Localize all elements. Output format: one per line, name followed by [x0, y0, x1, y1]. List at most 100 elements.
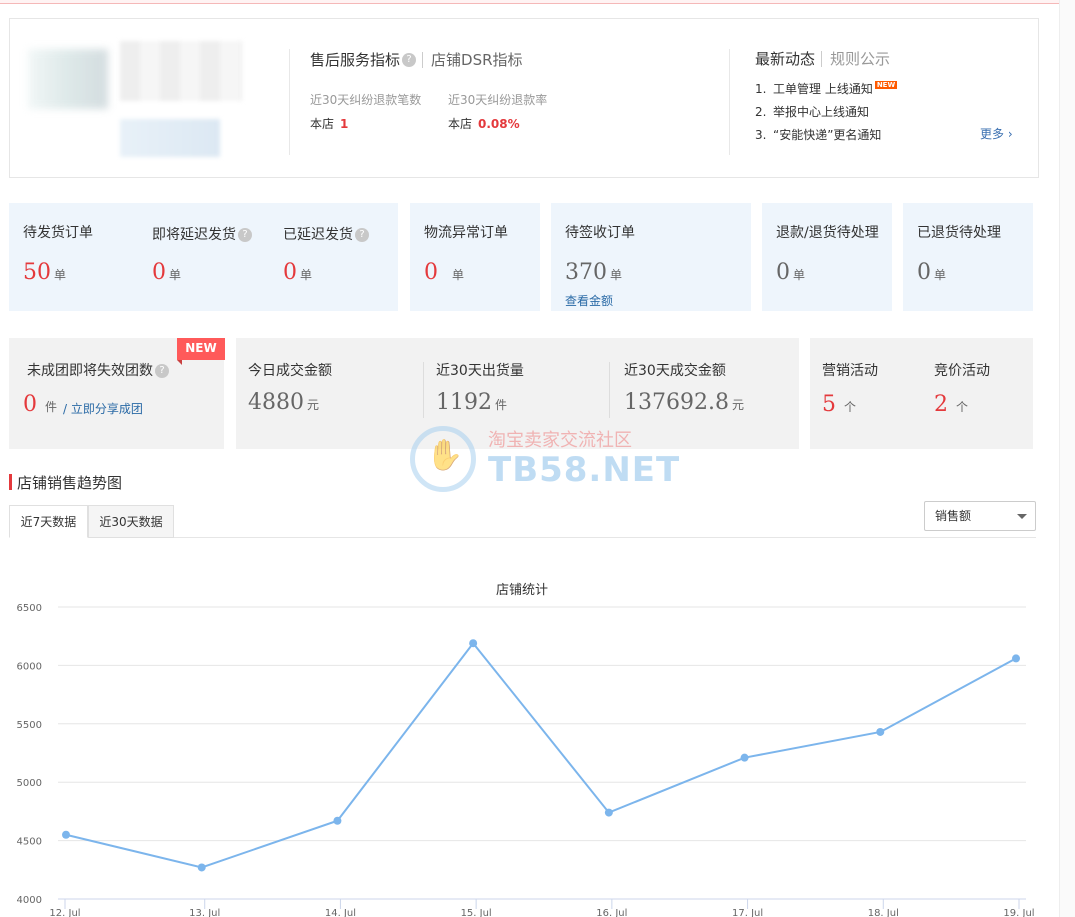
pending-sign-box: 待签收订单 370 单 查看金额 — [551, 203, 751, 311]
data-point[interactable] — [197, 863, 206, 872]
pending-ship-value[interactable]: 50 单 — [23, 260, 66, 285]
share-group-link[interactable]: / 立即分享成团 — [63, 400, 143, 417]
bid-number: 2 — [934, 392, 948, 417]
dispute-count-label: 近30天纠纷退款笔数 — [310, 93, 422, 107]
watermark-text-cn: 淘宝卖家交流社区 — [488, 430, 632, 451]
tab-separator — [422, 51, 424, 68]
data-point[interactable] — [1012, 654, 1020, 663]
unit: 元 — [307, 398, 320, 412]
help-icon[interactable]: ? — [355, 228, 369, 242]
help-icon[interactable]: ? — [402, 52, 417, 67]
amount30-value: 137692.8 元 — [624, 390, 744, 415]
group-value[interactable]: 0件 — [23, 392, 57, 417]
pending-ship-number: 50 — [23, 260, 51, 285]
view-amount-link[interactable]: 查看金额 — [565, 292, 613, 309]
today-sales-label: 今日成交金额 — [248, 363, 332, 379]
y-tick-label: 5500 — [17, 720, 42, 731]
news-title[interactable]: 工单管理 上线通知 — [773, 82, 873, 96]
news-title[interactable]: 举报中心上线通知 — [773, 105, 869, 119]
tab-latest-news[interactable]: 最新动态 — [755, 48, 815, 69]
tab-dsr[interactable]: 店铺DSR指标 — [431, 49, 523, 70]
soon-delayed-text: 即将延迟发货 — [152, 227, 236, 243]
news-item[interactable]: 2. 举报中心上线通知 — [755, 104, 897, 127]
shop-level-blurred — [120, 119, 220, 157]
returned-box: 已退货待处理 0单 — [903, 203, 1033, 311]
today-sales-value: 4880 元 — [248, 390, 319, 415]
data-point[interactable] — [333, 816, 342, 825]
ship30-label: 近30天出货量 — [436, 363, 524, 379]
data-point[interactable] — [740, 753, 749, 762]
store-label: 本店 — [448, 117, 473, 131]
trend-title: 店铺销售趋势图 — [17, 474, 123, 492]
logistics-value[interactable]: 0单 — [424, 260, 464, 285]
refund-value[interactable]: 0单 — [776, 260, 805, 285]
data-point[interactable] — [604, 808, 613, 817]
soon-delayed-number: 0 — [152, 260, 166, 285]
news-number: 1. — [755, 82, 767, 96]
unit: 单 — [452, 268, 465, 282]
soon-delayed-value[interactable]: 0单 — [152, 260, 181, 285]
unit: 个 — [844, 400, 857, 414]
delayed-text: 已延迟发货 — [283, 227, 353, 243]
watermark: ✋ 淘宝卖家交流社区 TB58.NET — [410, 426, 679, 496]
chevron-down-icon — [1017, 514, 1027, 519]
unit: 件 — [45, 400, 58, 414]
tab-rules[interactable]: 规则公示 — [830, 48, 890, 69]
unit: 单 — [934, 268, 947, 282]
refund-label: 退款/退货待处理 — [776, 225, 879, 241]
scrollbar[interactable] — [1059, 0, 1075, 917]
metric-select-value: 销售额 — [935, 509, 972, 523]
tab-30-days[interactable]: 近30天数据 — [88, 505, 174, 538]
news-title[interactable]: “安能快递”更名通知 — [773, 128, 881, 142]
new-badge: NEW — [177, 338, 225, 365]
x-tick-label: 14. Jul — [325, 908, 356, 917]
y-tick-label: 6000 — [17, 661, 42, 672]
returned-value[interactable]: 0单 — [917, 260, 946, 285]
promo-value[interactable]: 5个 — [822, 392, 856, 417]
data-point[interactable] — [876, 727, 885, 736]
data-point[interactable] — [62, 830, 70, 839]
unit: 单 — [610, 268, 623, 282]
more-link[interactable]: 更多 › — [980, 125, 1013, 142]
tab-7-days[interactable]: 近7天数据 — [9, 505, 88, 538]
pending-ship-label: 待发货订单 — [23, 225, 93, 241]
group-text: 未成团即将失效团数 — [27, 363, 153, 379]
x-tick-label: 15. Jul — [461, 908, 492, 917]
tab-after-sales[interactable]: 售后服务指标 — [310, 49, 400, 70]
y-tick-label: 4500 — [17, 837, 42, 848]
shipping-stats-box: 待发货订单 50 单 即将延迟发货? 0单 已延迟发货? 0单 — [9, 203, 398, 311]
divider — [289, 49, 290, 155]
watermark-text-en: TB58.NET — [488, 450, 681, 490]
tab-separator — [821, 50, 823, 67]
dispute-count-number: 1 — [340, 117, 349, 131]
data-point[interactable] — [469, 639, 478, 648]
x-tick-label: 13. Jul — [189, 908, 220, 917]
bid-value[interactable]: 2个 — [934, 392, 968, 417]
unit: 件 — [495, 398, 508, 412]
y-tick-label: 6500 — [17, 603, 42, 614]
amount30-number: 137692.8 — [624, 390, 729, 415]
unit: 单 — [169, 268, 182, 282]
logistics-box: 物流异常订单 0单 — [410, 203, 540, 311]
logistics-label: 物流异常订单 — [424, 225, 508, 241]
marketing-box: 营销活动 5个 竞价活动 2个 — [810, 338, 1033, 449]
shop-logo-blurred — [28, 49, 108, 109]
chart-title: 店铺统计 — [496, 583, 548, 598]
news-item[interactable]: 3. “安能快递”更名通知 — [755, 127, 897, 150]
logistics-number: 0 — [424, 260, 438, 285]
delayed-label: 已延迟发货? — [283, 224, 369, 244]
pending-sign-value[interactable]: 370 单 — [565, 260, 622, 285]
service-tabs: 售后服务指标 ? 店铺DSR指标 — [310, 49, 523, 70]
series-line — [65, 641, 1017, 869]
news-item[interactable]: 1. 工单管理 上线通知 NEW — [755, 81, 898, 104]
unit: 单 — [300, 268, 313, 282]
help-icon[interactable]: ? — [155, 364, 169, 378]
delayed-value[interactable]: 0单 — [283, 260, 312, 285]
store-label: 本店 — [310, 117, 335, 131]
amount30-label: 近30天成交金额 — [624, 363, 726, 379]
help-icon[interactable]: ? — [238, 228, 252, 242]
metric-select[interactable]: 销售额 — [924, 501, 1036, 531]
ship30-number: 1192 — [436, 390, 492, 415]
pending-sign-label: 待签收订单 — [565, 225, 635, 241]
soon-delayed-label: 即将延迟发货? — [152, 224, 252, 244]
